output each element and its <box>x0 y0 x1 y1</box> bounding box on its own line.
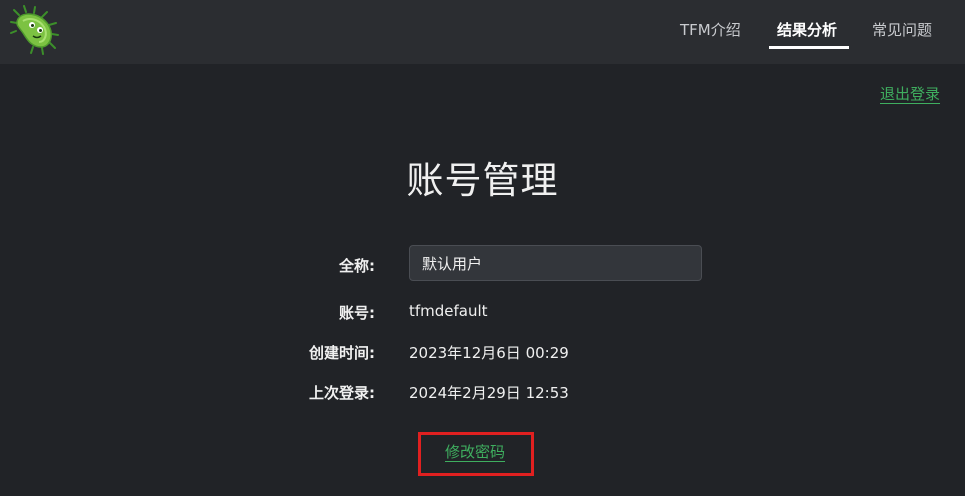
nav-item-tfm-intro[interactable]: TFM介绍 <box>680 19 741 40</box>
nav-item-faq[interactable]: 常见问题 <box>872 19 932 40</box>
logout-link[interactable]: 退出登录 <box>880 83 940 104</box>
bacteria-icon[interactable] <box>9 5 59 55</box>
nav-item-result-analysis[interactable]: 结果分析 <box>777 19 837 40</box>
account-label: 账号: <box>339 304 375 322</box>
created-time-value: 2023年12月6日 00:29 <box>409 344 569 362</box>
fullname-label: 全称: <box>339 257 375 275</box>
last-login-label: 上次登录: <box>309 384 375 402</box>
created-time-label: 创建时间: <box>309 344 375 362</box>
active-tab-indicator <box>769 46 849 49</box>
change-password-link[interactable]: 修改密码 <box>445 441 505 462</box>
fullname-input[interactable] <box>409 245 702 281</box>
page-title: 账号管理 <box>406 159 559 202</box>
last-login-value: 2024年2月29日 12:53 <box>409 384 569 402</box>
account-value: tfmdefault <box>409 302 488 320</box>
top-navbar: TFM介绍 结果分析 常见问题 <box>0 0 965 64</box>
